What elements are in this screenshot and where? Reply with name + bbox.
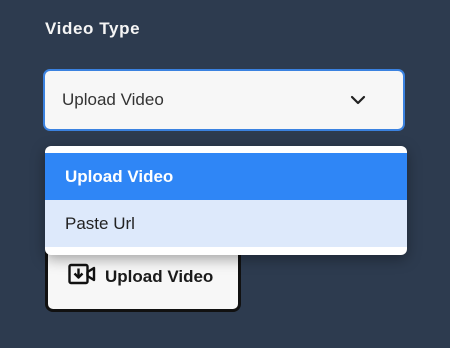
upload-video-button-label: Upload Video xyxy=(105,266,214,286)
video-type-select-value: Upload Video xyxy=(62,90,164,109)
video-type-select[interactable]: Upload Video xyxy=(43,69,405,131)
video-type-panel: Video Type Upload Video Upload Video Upl… xyxy=(0,0,450,348)
chevron-down-icon xyxy=(349,91,367,109)
video-download-icon xyxy=(68,263,96,290)
option-paste-url[interactable]: Paste Url xyxy=(45,200,407,247)
video-type-dropdown-menu: Upload Video Paste Url xyxy=(45,146,407,255)
video-type-label: Video Type xyxy=(45,19,141,38)
option-upload-video[interactable]: Upload Video xyxy=(45,153,407,200)
